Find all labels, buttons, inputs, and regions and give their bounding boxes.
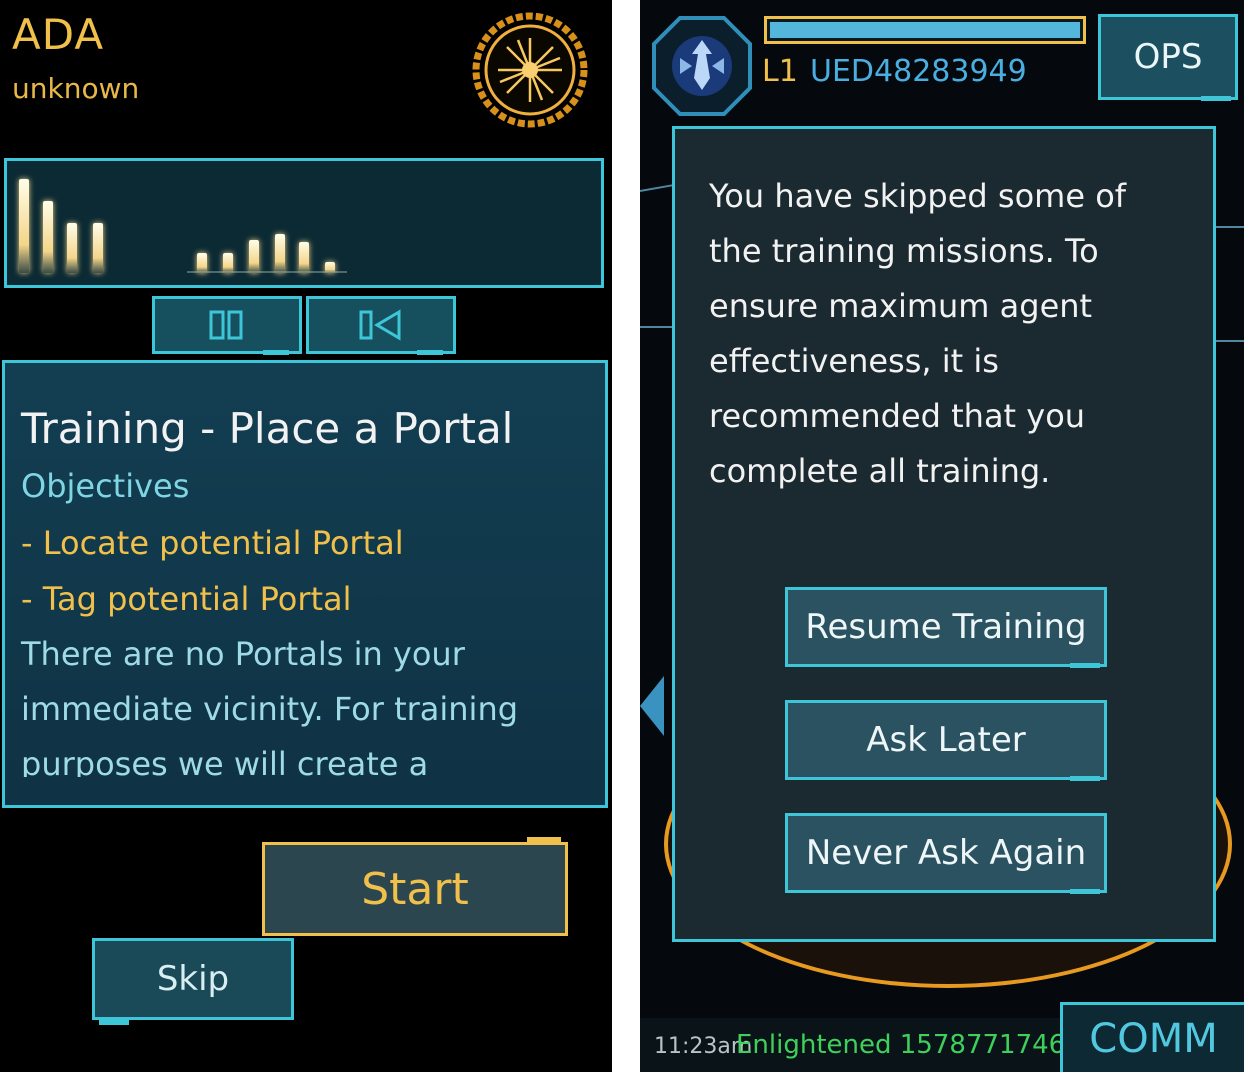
- ada-avatar-icon: [472, 12, 588, 128]
- map-screen: L1 UED48283949 OPS You have skipped some…: [640, 0, 1244, 1072]
- audio-level-bar: [67, 223, 77, 273]
- dialog-message-line: the training missions. To: [709, 232, 1099, 270]
- button-notch: [1070, 776, 1100, 781]
- start-button-label: Start: [361, 863, 469, 915]
- dialog-message-line: You have skipped some of: [709, 177, 1127, 215]
- agent-level: L1: [762, 54, 798, 89]
- comm-button[interactable]: COMM: [1060, 1002, 1244, 1072]
- audio-level-bar: [19, 179, 29, 273]
- audio-level-bar: [249, 240, 259, 273]
- dialog-message-line: ensure maximum agent: [709, 287, 1093, 325]
- pause-icon: [209, 310, 243, 340]
- mission-description-line: immediate vicinity. For training: [21, 690, 519, 728]
- agent-faction-icon: [652, 16, 752, 116]
- agent-codename: UED48283949: [810, 54, 1027, 89]
- skip-training-dialog: You have skipped some of the training mi…: [672, 126, 1216, 942]
- pause-button[interactable]: [152, 296, 302, 355]
- objective-item: - Locate potential Portal: [21, 524, 404, 562]
- audio-level-bar: [275, 234, 285, 273]
- audio-level-bar: [197, 253, 207, 273]
- training-screen: ADA unknown Training - Place a Portal Ob…: [0, 0, 612, 1072]
- rewind-button[interactable]: [306, 296, 456, 355]
- mission-title: Training - Place a Portal: [21, 404, 514, 453]
- audio-level-bar: [223, 253, 233, 273]
- button-notch: [417, 350, 443, 355]
- comm-message: Enlightened 1578771746 -: [736, 1030, 1083, 1060]
- audio-level-bar: [43, 201, 53, 273]
- mission-description-line: There are no Portals in your: [21, 635, 465, 673]
- audio-level-bar: [325, 262, 335, 273]
- xp-progress-bar: [764, 16, 1086, 44]
- map-edge-arrow-icon: [640, 676, 664, 736]
- ops-button[interactable]: OPS: [1098, 14, 1238, 101]
- dialog-message-line: recommended that you: [709, 397, 1086, 435]
- map-road: [1216, 340, 1244, 342]
- objective-item: - Tag potential Portal: [21, 580, 352, 618]
- skip-button[interactable]: Skip: [92, 938, 294, 1025]
- button-notch: [263, 350, 289, 355]
- comm-button-label: COMM: [1089, 1015, 1218, 1062]
- skip-button-label: Skip: [156, 959, 230, 999]
- audio-level-bar: [93, 223, 103, 273]
- mission-panel: Training - Place a Portal Objectives - L…: [2, 360, 608, 808]
- objectives-label: Objectives: [21, 467, 190, 505]
- xp-progress-fill: [770, 22, 1080, 38]
- audio-baseline: [187, 271, 347, 273]
- never-ask-again-button[interactable]: Never Ask Again: [785, 813, 1107, 894]
- dialog-message-line: effectiveness, it is: [709, 342, 999, 380]
- agent-name: ADA: [12, 10, 105, 59]
- map-road: [1216, 226, 1244, 228]
- mission-description-line: purposes we will create a: [21, 745, 429, 777]
- agent-subtitle: unknown: [12, 72, 140, 105]
- audio-level-bar: [299, 242, 309, 273]
- button-notch: [1070, 889, 1100, 894]
- ask-later-button[interactable]: Ask Later: [785, 700, 1107, 781]
- ask-later-label: Ask Later: [866, 720, 1026, 760]
- start-button[interactable]: Start: [262, 837, 568, 936]
- rewind-icon: [359, 309, 401, 341]
- never-ask-again-label: Never Ask Again: [805, 833, 1087, 873]
- audio-visualizer: [4, 158, 604, 288]
- button-notch: [1070, 663, 1100, 668]
- dialog-message: You have skipped some of the training mi…: [709, 169, 1189, 499]
- resume-training-button[interactable]: Resume Training: [785, 587, 1107, 668]
- button-notch: [527, 837, 561, 842]
- button-notch: [1201, 96, 1231, 101]
- dialog-message-line: complete all training.: [709, 452, 1051, 490]
- ops-button-label: OPS: [1133, 37, 1203, 77]
- button-notch: [99, 1020, 129, 1025]
- resume-training-label: Resume Training: [805, 607, 1087, 647]
